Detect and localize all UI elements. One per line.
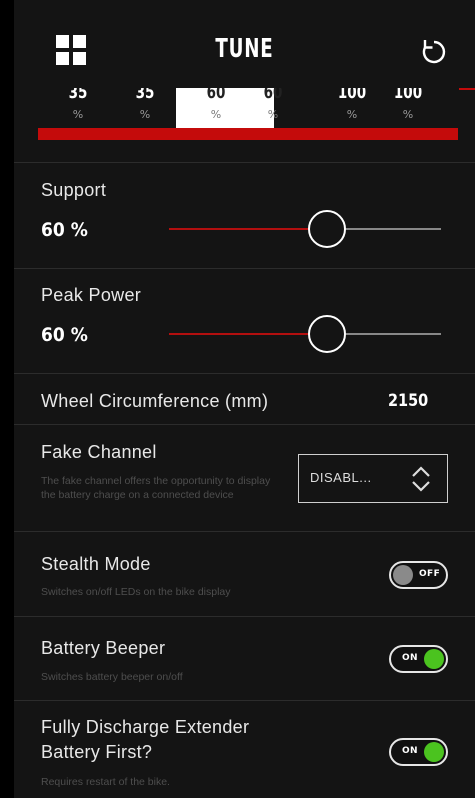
- slider-knob[interactable]: [308, 315, 346, 353]
- toggle-knob: [393, 565, 413, 585]
- mode-unit: %: [72, 108, 84, 121]
- support-label: Support: [41, 180, 107, 200]
- fake-channel-label: Fake Channel: [41, 442, 157, 462]
- mode-value: 35: [135, 88, 155, 103]
- slider-track: [346, 333, 441, 335]
- slider-fill: [169, 228, 308, 230]
- mode-value: 100: [337, 88, 367, 103]
- mode-unit: %: [139, 108, 151, 121]
- stealth-mode-description: Switches on/off LEDs on the bike display: [41, 586, 231, 598]
- slider-fill: [169, 333, 308, 335]
- mode-value: 100: [393, 88, 423, 103]
- stealth-mode-toggle[interactable]: OFF: [389, 561, 448, 589]
- fake-channel-selected: DISABL...: [310, 470, 372, 485]
- divider: [14, 162, 475, 163]
- page-title: TUNE: [215, 34, 274, 64]
- toggle-state: ON: [402, 746, 418, 756]
- peak-power-label: Peak Power: [41, 285, 142, 305]
- wheel-circumference-label: Wheel Circumference (mm): [41, 391, 269, 411]
- chevron-up-down-icon: [409, 464, 433, 494]
- discharge-extender-label-line1: Fully Discharge Extender: [41, 717, 250, 737]
- fake-channel-description: The fake channel offers the opportunity …: [41, 475, 271, 501]
- divider: [14, 373, 475, 374]
- top-bar: TUNE: [14, 0, 475, 88]
- discharge-extender-label-line2: Battery First?: [41, 742, 153, 762]
- wheel-circumference-value[interactable]: 2150: [388, 391, 428, 411]
- battery-beeper-toggle[interactable]: ON: [389, 645, 448, 673]
- slider-track: [346, 228, 441, 230]
- battery-beeper-label: Battery Beeper: [41, 638, 166, 658]
- stealth-mode-label: Stealth Mode: [41, 554, 151, 574]
- toggle-knob: [424, 649, 444, 669]
- discharge-extender-toggle[interactable]: ON: [389, 738, 448, 766]
- mode-unit: %: [210, 108, 222, 121]
- support-value: 60 %: [41, 219, 88, 241]
- fake-channel-select[interactable]: DISABL...: [298, 454, 448, 503]
- mode-value: 35: [68, 88, 88, 103]
- mode-unit: %: [267, 108, 279, 121]
- peak-power-value: 60 %: [41, 324, 88, 346]
- strip-accent-line: [459, 88, 475, 90]
- divider: [14, 268, 475, 269]
- discharge-extender-description: Requires restart of the bike.: [41, 776, 170, 788]
- support-slider[interactable]: [169, 209, 441, 249]
- toggle-state: OFF: [419, 569, 441, 579]
- divider: [14, 700, 475, 701]
- mode-unit: %: [346, 108, 358, 121]
- mode-unit: %: [402, 108, 414, 121]
- toggle-knob: [424, 742, 444, 762]
- battery-beeper-description: Switches battery beeper on/off: [41, 671, 183, 683]
- divider: [14, 531, 475, 532]
- mode-red-band: [38, 128, 458, 140]
- slider-knob[interactable]: [308, 210, 346, 248]
- divider: [14, 616, 475, 617]
- divider: [14, 424, 475, 425]
- assist-mode-strip: 35 % 35 % 60 % 60 % 100 % 100 %: [14, 88, 475, 140]
- mode-value: 60: [263, 88, 283, 103]
- peak-power-slider[interactable]: [169, 314, 441, 354]
- toggle-state: ON: [402, 653, 418, 663]
- mode-value: 60: [206, 88, 226, 103]
- refresh-icon[interactable]: [414, 32, 454, 72]
